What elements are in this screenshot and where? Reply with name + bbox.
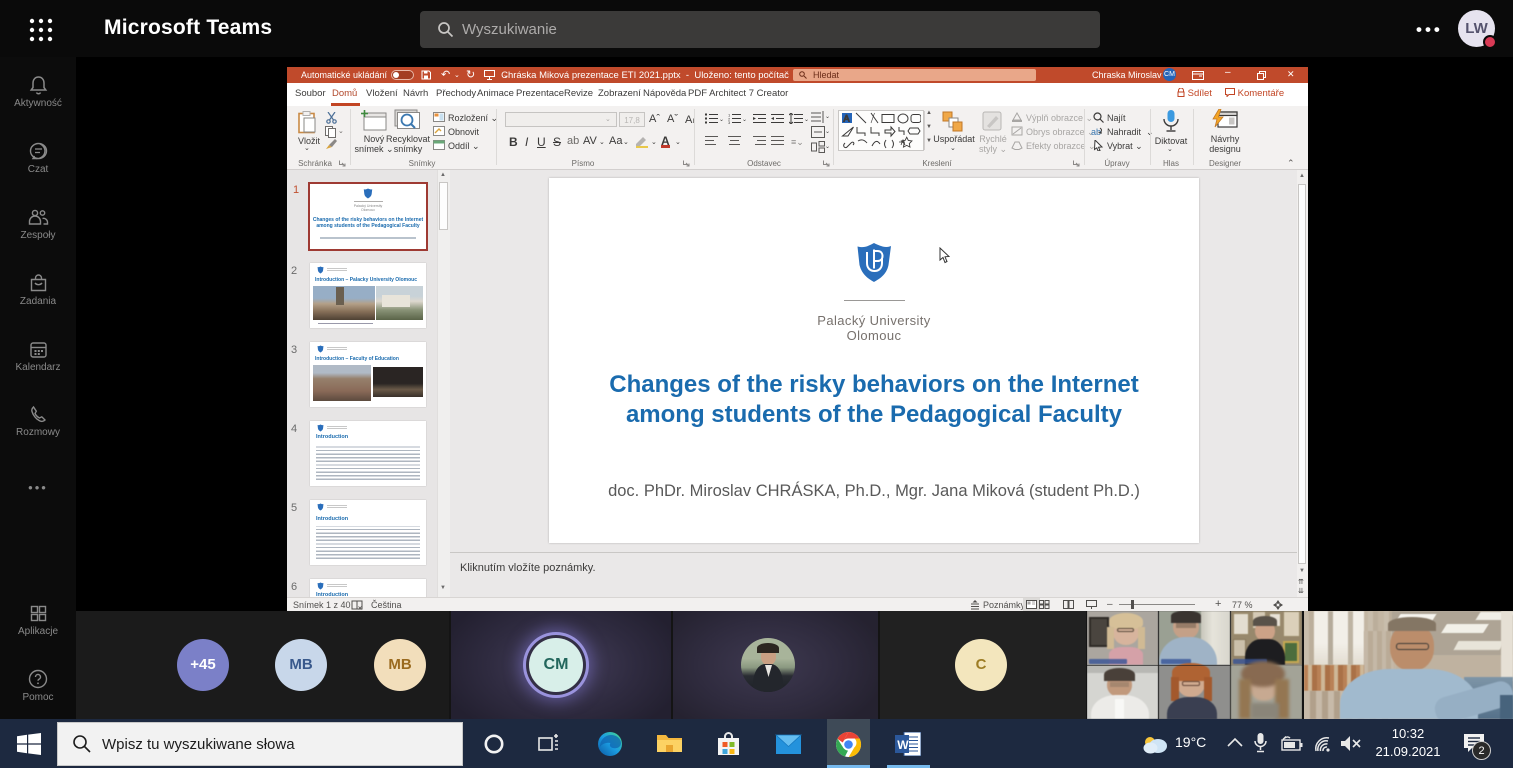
svg-text:W: W — [897, 738, 909, 752]
svg-text:ab: ab — [1091, 127, 1101, 137]
svg-text:A: A — [844, 114, 850, 124]
svg-text:3: 3 — [728, 120, 731, 124]
